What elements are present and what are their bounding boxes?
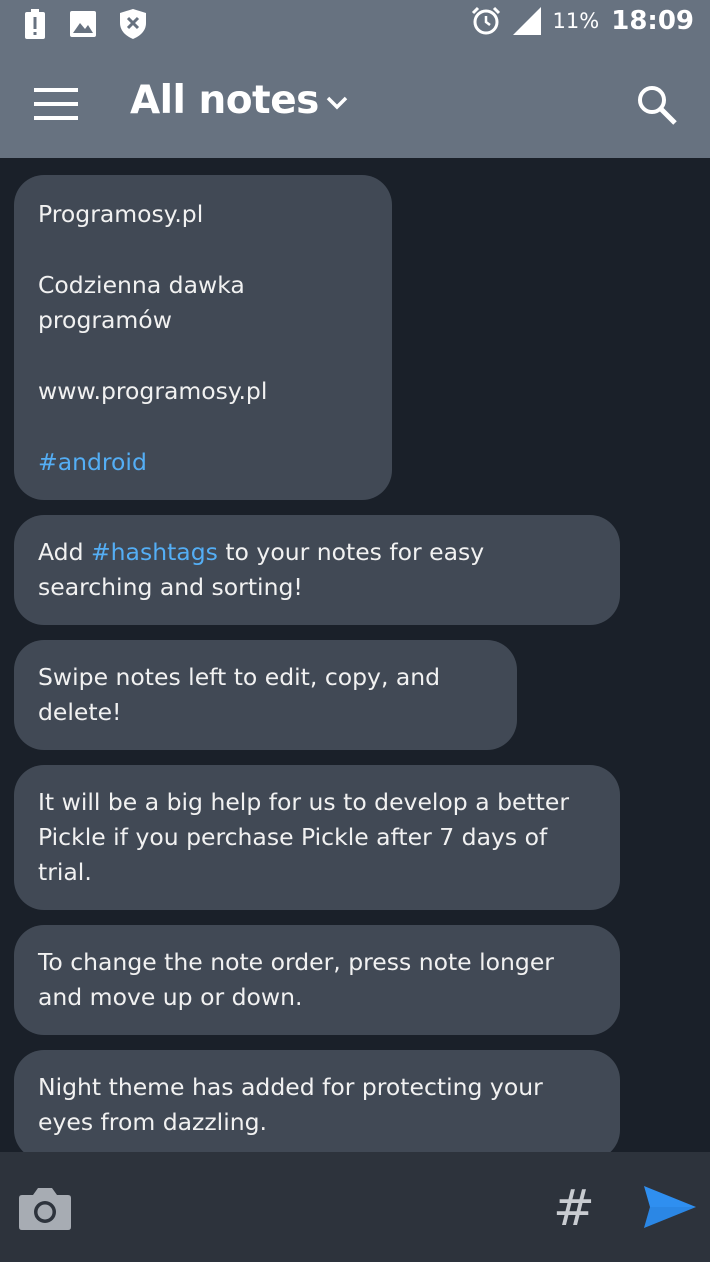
image-icon <box>70 11 96 37</box>
note-text: www.programosy.pl <box>38 377 268 405</box>
alert-icon <box>25 9 45 39</box>
note-text: Swipe notes left to edit, copy, and dele… <box>38 663 441 726</box>
menu-icon[interactable] <box>34 86 78 122</box>
shield-x-icon <box>120 9 146 39</box>
battery-percent: 11% <box>552 9 600 33</box>
alarm-icon <box>471 6 500 35</box>
compose-bar: # <box>0 1152 710 1262</box>
note-text: It will be a big help for us to develop … <box>38 788 569 886</box>
note-item[interactable]: To change the note order, press note lon… <box>14 925 620 1035</box>
note-item[interactable]: Swipe notes left to edit, copy, and dele… <box>14 640 517 750</box>
note-text: Programosy.pl <box>38 200 204 228</box>
app-root: 11% 18:09 All notes Programosy.pl Codzie… <box>0 0 710 1262</box>
note-text: Add <box>38 538 91 566</box>
note-text: To change the note order, press note lon… <box>38 948 554 1011</box>
notes-list: Programosy.pl Codzienna dawka programów … <box>14 175 620 1175</box>
status-bar: 11% 18:09 <box>0 0 710 50</box>
note-item[interactable]: Programosy.pl Codzienna dawka programów … <box>14 175 392 500</box>
status-left-icons <box>24 9 146 39</box>
hashtag-icon[interactable]: # <box>553 1178 595 1238</box>
search-icon[interactable] <box>636 84 678 126</box>
status-time: 18:09 <box>611 6 694 36</box>
app-toolbar: All notes <box>0 50 710 158</box>
hashtag-link[interactable]: #android <box>38 448 147 476</box>
note-item[interactable]: Night theme has added for protecting you… <box>14 1050 620 1160</box>
camera-icon[interactable] <box>18 1185 72 1231</box>
note-text: Night theme has added for protecting you… <box>38 1073 543 1136</box>
chevron-down-icon <box>326 96 348 109</box>
note-item[interactable]: It will be a big help for us to develop … <box>14 765 620 910</box>
signal-icon <box>512 7 541 35</box>
notes-filter-dropdown[interactable]: All notes <box>130 78 349 123</box>
page-title: All notes <box>130 78 319 123</box>
hashtag-link[interactable]: #hashtags <box>91 538 218 566</box>
note-text: Codzienna dawka programów <box>38 271 245 334</box>
status-right: 11% 18:09 <box>471 6 694 36</box>
note-item[interactable]: Add #hashtags to your notes for easy sea… <box>14 515 620 625</box>
send-icon[interactable] <box>643 1185 697 1229</box>
